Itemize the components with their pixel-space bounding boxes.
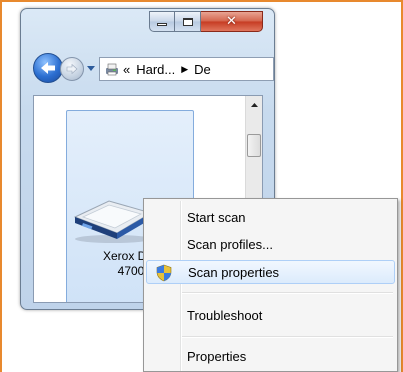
scroll-up-arrow-icon [250,102,258,107]
menu-item-scan-properties[interactable]: Scan properties [146,260,395,284]
menu-item-scan-profiles[interactable]: Scan profiles... [146,233,395,257]
maximize-icon [182,17,193,26]
address-separator-arrow-icon[interactable]: ▶ [181,64,188,75]
address-bar[interactable]: « Hard... ▶ De [99,57,274,81]
menu-item-label: Start scan [187,210,246,225]
maximize-button[interactable] [175,11,201,32]
minimize-button[interactable] [149,11,175,32]
devices-printers-icon [104,61,120,77]
menu-item-start-scan[interactable]: Start scan [146,206,395,230]
menu-separator [182,292,393,294]
uac-shield-icon [156,264,172,282]
menu-item-properties[interactable]: Properties [146,345,395,369]
menu-item-label: Scan profiles... [187,237,273,252]
scanner-icon [73,200,153,243]
navigation-bar: « Hard... ▶ De [33,53,274,87]
recent-pages-dropdown-icon[interactable] [87,66,95,71]
menu-item-label: Scan properties [188,265,280,280]
close-button[interactable]: ✕ [201,11,263,32]
scroll-up-button[interactable] [246,96,262,113]
caption-buttons: ✕ [149,11,263,33]
back-button[interactable] [33,53,63,83]
close-icon: ✕ [226,14,237,29]
context-menu: Start scan Scan profiles... Scan propert… [143,198,398,372]
minimize-icon [157,23,167,26]
address-segment-devices[interactable]: De [194,62,211,77]
forward-arrow-icon [66,64,78,74]
address-overflow-chevron[interactable]: « [123,62,130,77]
scroll-thumb[interactable] [247,134,261,157]
menu-item-troubleshoot[interactable]: Troubleshoot [146,304,395,328]
menu-item-label: Troubleshoot [187,308,263,323]
menu-separator [182,336,393,338]
forward-button[interactable] [60,57,84,81]
menu-item-label: Properties [187,349,247,364]
address-segment-hardware[interactable]: Hard... [136,62,175,77]
back-arrow-icon [41,62,55,74]
